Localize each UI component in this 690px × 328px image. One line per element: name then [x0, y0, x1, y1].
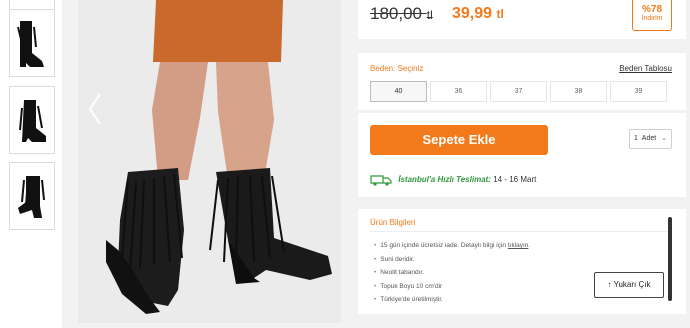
size-label: Beden: Seçiniz	[370, 64, 424, 73]
quantity-unit: Adet	[641, 135, 657, 142]
new-price: 39,99 tl	[452, 5, 504, 23]
arrow-up-icon: ↑	[607, 280, 612, 289]
size-option-36[interactable]: 36	[430, 81, 487, 102]
discount-badge: %78 İndirim	[632, 0, 672, 31]
size-selector: Beden: Seçiniz Beden Tablosu 40 36 37 38…	[358, 53, 686, 110]
gallery-prev-button[interactable]	[86, 92, 104, 126]
size-option-38[interactable]: 38	[550, 81, 607, 102]
boot-thumbnail-icon	[17, 21, 44, 67]
size-option-40[interactable]: 40	[370, 81, 427, 102]
list-item: 15 gün içinde ücretsiz iade. Detaylı bil…	[374, 239, 530, 253]
product-photo	[78, 0, 341, 323]
delivery-date: 14 - 16 Mart	[493, 175, 537, 185]
divider	[370, 231, 668, 232]
scroll-top-button[interactable]: ↑ Yukarı Çık	[594, 272, 664, 298]
list-item-suffix: .	[528, 242, 531, 249]
size-table-link[interactable]: Beden Tablosu	[619, 64, 672, 73]
size-option-39[interactable]: 39	[610, 81, 667, 102]
product-page: 180,00 tl 39,99 tl %78 İndirim Beden: Se…	[0, 0, 690, 328]
delivery-city: İstanbul'a Hızlı Teslimat:	[398, 175, 491, 185]
return-info-link[interactable]: tıklayın	[508, 242, 529, 249]
scrollbar[interactable]	[668, 217, 672, 301]
product-info-list: 15 gün içinde ücretsiz iade. Detaylı bil…	[374, 239, 530, 307]
new-price-currency: tl	[496, 7, 504, 21]
old-price: 180,00 tl	[370, 4, 433, 24]
discount-percent: %78	[641, 4, 662, 15]
thumbnail-3[interactable]	[9, 86, 55, 154]
product-info: Ürün Bilgileri 15 gün içinde ücretsiz ia…	[358, 209, 686, 314]
chevron-down-icon: ⌄	[661, 135, 667, 142]
old-price-currency: tl	[426, 8, 433, 22]
list-item: Topuk Boyu 10 cm'dir	[374, 280, 530, 294]
quantity-select[interactable]: 1 Adet ⌄	[629, 129, 672, 149]
add-to-cart-button[interactable]: Sepete Ekle	[370, 125, 548, 155]
list-item: Türkiye'de üretilmiştir.	[374, 293, 530, 307]
old-price-value: 180,00	[370, 4, 422, 23]
cart-box: Sepete Ekle 1 Adet ⌄ İstanbul'a Hızlı Te…	[358, 113, 686, 197]
boot-thumbnail-icon	[19, 100, 46, 142]
discount-label: İndirim	[641, 15, 663, 22]
new-price-value: 39,99	[452, 5, 493, 22]
chevron-left-icon	[88, 93, 101, 125]
product-main-image[interactable]	[78, 0, 341, 323]
quantity-value: 1	[634, 135, 638, 142]
price-box: 180,00 tl 39,99 tl %78 İndirim	[358, 0, 686, 39]
delivery-info: İstanbul'a Hızlı Teslimat: 14 - 16 Mart	[370, 174, 536, 186]
scroll-top-label: Yukarı Çık	[613, 280, 651, 289]
boot-thumbnail-icon	[18, 176, 45, 218]
list-item-text: 15 gün içinde ücretsiz iade. Detaylı bil…	[380, 242, 508, 249]
truck-icon	[370, 175, 392, 186]
thumbnail-2[interactable]	[9, 9, 55, 77]
product-info-title: Ürün Bilgileri	[370, 218, 416, 227]
thumbnail-4[interactable]	[9, 162, 55, 230]
list-item: Neolit tabandır.	[374, 266, 530, 280]
thumbnail-strip	[0, 0, 62, 328]
list-item: Suni deridir.	[374, 253, 530, 267]
size-option-37[interactable]: 37	[490, 81, 547, 102]
